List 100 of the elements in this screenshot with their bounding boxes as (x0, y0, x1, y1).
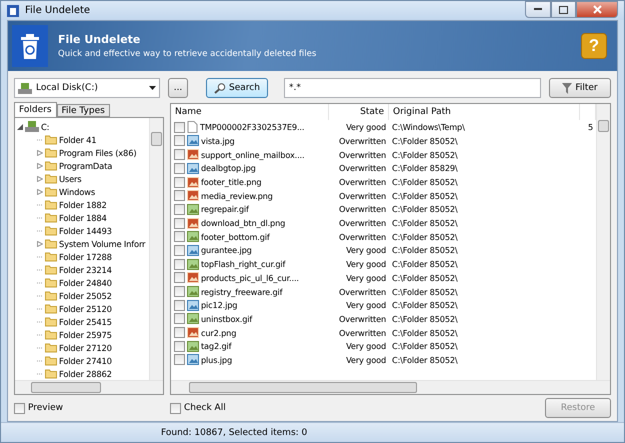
row-checkbox[interactable] (174, 176, 185, 188)
tree-item[interactable]: Folder 25052 (59, 290, 112, 301)
row-checkbox[interactable] (174, 327, 185, 338)
file-state: Very good (346, 341, 386, 352)
folder-icon (45, 342, 57, 354)
tree-item[interactable]: Folder 24840 (59, 278, 112, 288)
tree-item[interactable]: Folder 25120 (59, 304, 112, 314)
row-checkbox[interactable] (174, 204, 185, 215)
expand-arrow-icon[interactable] (37, 150, 43, 156)
file-name[interactable]: regrepair.gif (201, 204, 249, 214)
tree-item[interactable]: Folder 17288 (59, 252, 112, 262)
tree-item[interactable]: C: (41, 122, 50, 132)
row-checkbox[interactable] (174, 218, 185, 229)
row-checkbox[interactable] (174, 300, 185, 311)
file-name[interactable]: media_review.png (201, 190, 273, 201)
row-checkbox[interactable] (174, 258, 185, 270)
folder-icon (45, 160, 57, 172)
file-name[interactable]: products_pic_ul_l6_cur.... (201, 272, 299, 283)
image-file-icon (187, 244, 199, 256)
column-header[interactable]: State (329, 104, 389, 120)
image-file-icon (187, 354, 199, 366)
file-name[interactable]: uninstbox.gif (201, 314, 252, 324)
vertical-scrollbar[interactable] (149, 118, 163, 380)
file-path: C:\Folder 85052\ (392, 328, 458, 338)
tree-item[interactable]: Folder 23214 (59, 264, 112, 275)
file-name[interactable]: gurantee.jpg (201, 245, 252, 256)
row-checkbox[interactable] (174, 122, 185, 133)
expand-arrow-icon[interactable] (37, 176, 43, 182)
tree-item[interactable]: Users (59, 174, 82, 184)
drive-icon (25, 120, 39, 133)
drive-dropdown[interactable]: Local Disk(C:) (14, 78, 160, 98)
tree-item[interactable]: Folder 27120 (59, 342, 112, 353)
tree-item[interactable]: ProgramData (59, 160, 112, 171)
file-mask-field[interactable]: *.* (284, 78, 541, 98)
filter-button[interactable]: Filter (549, 78, 611, 98)
horizontal-scrollbar[interactable] (171, 380, 610, 394)
expand-arrow-icon[interactable] (37, 240, 43, 247)
row-checkbox[interactable] (174, 231, 185, 242)
browse-button[interactable]: ... (168, 78, 188, 98)
tree-item[interactable]: Folder 25415 (59, 316, 112, 327)
tree-item[interactable]: Folder 28862 (59, 368, 112, 379)
collapse-arrow-icon[interactable] (17, 124, 23, 130)
file-name[interactable]: pic12.jpg (201, 300, 238, 310)
file-name[interactable]: footer_title.png (201, 177, 262, 188)
row-checkbox[interactable] (174, 190, 185, 202)
row-checkbox[interactable] (174, 272, 185, 284)
file-state: Overwritten (338, 314, 386, 324)
checkbox-label: Check All (184, 403, 226, 414)
maximize-button[interactable] (551, 1, 576, 18)
file-name[interactable]: TMP000002F3302537E9... (200, 122, 304, 132)
tree-item[interactable]: Folder 14493 (59, 226, 112, 236)
search-button[interactable]: Search (206, 78, 268, 98)
tree-item[interactable]: Folder 25975 (59, 330, 112, 340)
row-checkbox[interactable] (174, 135, 185, 146)
file-state: Overwritten (338, 286, 386, 297)
image-file-icon (187, 176, 199, 188)
row-checkbox[interactable] (174, 244, 185, 256)
file-path: C:\Folder 85052\ (392, 218, 458, 228)
drive-icon (18, 82, 32, 95)
row-checkbox[interactable] (174, 313, 185, 324)
tree-item[interactable]: Folder 1884 (59, 212, 107, 223)
file-name[interactable]: dealbgtop.jpg (201, 163, 256, 174)
file-name[interactable]: download_btn_dl.png (201, 218, 286, 228)
row-checkbox[interactable] (174, 162, 185, 174)
column-header[interactable]: Original Path (389, 104, 580, 120)
close-button[interactable] (576, 1, 618, 18)
file-state: Overwritten (338, 136, 386, 146)
file-name[interactable]: support_online_mailbox.... (201, 150, 304, 160)
tree-item[interactable]: Folder 27410 (59, 356, 112, 366)
preview-checkbox[interactable] (14, 402, 25, 414)
row-checkbox[interactable] (174, 340, 185, 352)
check-all-checkbox[interactable] (170, 402, 181, 414)
file-name[interactable]: vista.jpg (201, 136, 235, 146)
column-header[interactable]: Name (171, 104, 329, 120)
tree-item[interactable]: Folder 1882 (59, 200, 107, 210)
file-name[interactable]: plus.jpg (201, 354, 232, 365)
tree-item[interactable]: System Volume Inforr (59, 238, 146, 249)
file-name[interactable]: cur2.png (201, 328, 236, 338)
file-name[interactable]: footer_bottom.gif (201, 232, 270, 242)
tree-item[interactable]: Folder 41 (59, 134, 96, 145)
expand-arrow-icon[interactable] (37, 188, 43, 195)
row-checkbox[interactable] (174, 149, 185, 160)
image-file-icon (187, 231, 199, 242)
horizontal-scrollbar[interactable] (15, 380, 163, 394)
folder-icon (45, 225, 57, 236)
file-path: C:\Windows\Temp\ (392, 122, 465, 132)
tree-item[interactable]: Windows (59, 186, 95, 197)
file-name[interactable]: topFlash_right_cur.gif (201, 259, 286, 270)
table-cell: 5 (588, 122, 593, 132)
vertical-scrollbar[interactable] (596, 104, 610, 380)
expand-arrow-icon[interactable] (37, 162, 43, 169)
panel-tab[interactable]: Folders (14, 102, 57, 118)
panel-tab[interactable]: File Types (56, 104, 110, 118)
row-checkbox[interactable] (174, 354, 185, 366)
minimize-button[interactable] (525, 1, 551, 18)
dropdown-caret-icon (149, 86, 156, 90)
file-name[interactable]: registry_freeware.gif (201, 286, 282, 297)
tree-item[interactable]: Program Files (x86) (59, 148, 136, 158)
row-checkbox[interactable] (174, 286, 185, 298)
file-name[interactable]: tag2.gif (201, 341, 232, 352)
